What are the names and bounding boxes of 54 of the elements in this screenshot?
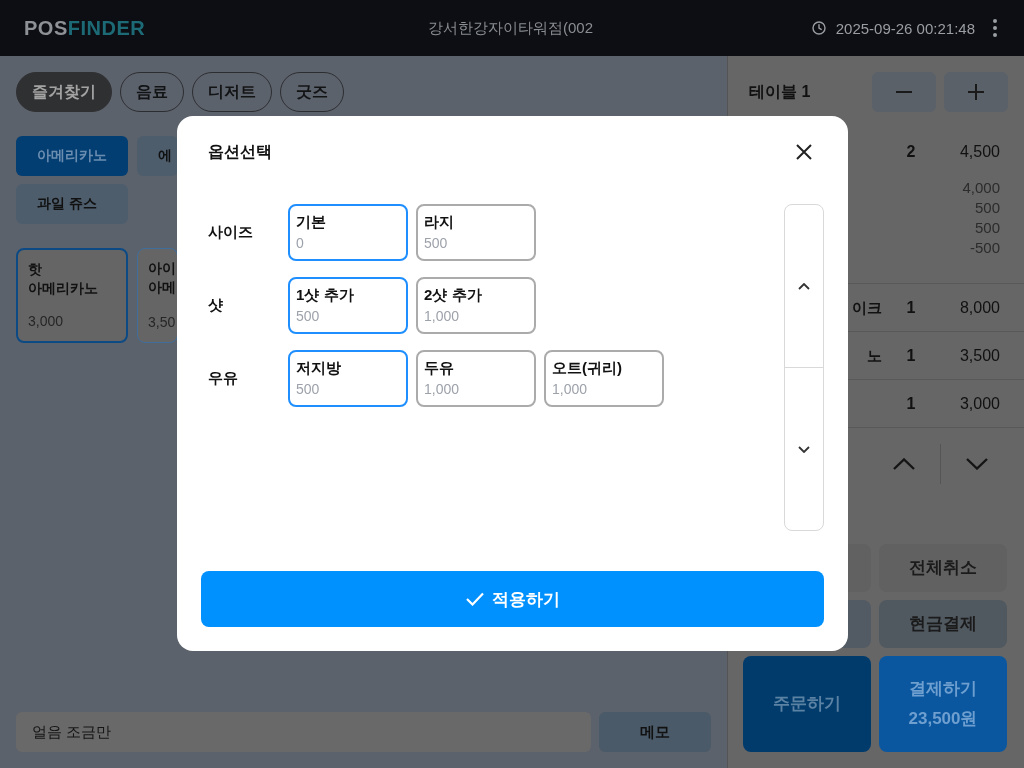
menu-item[interactable]: 핫 아메리카노 3,000: [16, 248, 128, 343]
order-quantity: 1: [905, 395, 917, 413]
option-group-label: 우유: [208, 369, 239, 388]
option-price: 500: [974, 198, 1000, 218]
close-icon: [796, 144, 812, 160]
plus-icon: [968, 84, 984, 100]
category-tab[interactable]: 즐겨찾기: [16, 72, 112, 112]
order-quantity: 1: [905, 299, 917, 317]
memo-button[interactable]: 메모: [599, 712, 711, 752]
option-button[interactable]: 기본 0: [288, 204, 408, 261]
option-button[interactable]: 오트(귀리) 1,000: [544, 350, 664, 407]
datetime: 2025-09-26 00:21:48: [835, 19, 975, 37]
chevron-down-icon: [965, 458, 988, 470]
option-price: 4,000: [962, 178, 1000, 198]
option-button[interactable]: 1샷 추가 500: [288, 277, 408, 334]
menu-group-button[interactable]: 에: [137, 136, 178, 176]
menu-group-button[interactable]: 아메리카노: [16, 136, 128, 176]
close-button[interactable]: [796, 144, 812, 160]
order-price: 4,500: [958, 143, 1000, 161]
order-price: 3,500: [958, 347, 1000, 365]
table-name: 테이블 1: [749, 81, 812, 102]
order-item-name: 이크: [852, 298, 882, 316]
option-button[interactable]: 두유 1,000: [416, 350, 536, 407]
check-icon: [465, 592, 484, 606]
chevron-up-icon: [798, 282, 810, 290]
option-group-label: 샷: [208, 296, 224, 315]
kebab-menu-icon[interactable]: [993, 19, 997, 37]
chevron-up-icon: [893, 458, 915, 470]
option-group-label: 사이즈: [208, 223, 254, 242]
order-quantity: 2: [905, 143, 917, 161]
memo-field[interactable]: 얼음 조금만: [16, 712, 591, 752]
minus-icon: [896, 91, 912, 93]
store-name: 강서한강자이타워점(002: [428, 18, 593, 38]
order-quantity: 1: [905, 347, 917, 365]
action-button[interactable]: 전체취소: [879, 544, 1007, 592]
menu-group-button[interactable]: 과일 쥬스: [16, 184, 128, 224]
option-button[interactable]: 2샷 추가 1,000: [416, 277, 536, 334]
option-price: 500: [974, 218, 1000, 238]
clock-icon: [811, 21, 826, 35]
chevron-down-icon: [798, 445, 810, 453]
order-price: 3,000: [958, 395, 1000, 413]
option-button[interactable]: 저지방 500: [288, 350, 408, 407]
action-button[interactable]: 현금결제: [879, 600, 1007, 648]
order-button[interactable]: 주문하기: [743, 656, 871, 752]
dialog-title: 옵션선택: [208, 141, 273, 162]
option-price: -500: [969, 238, 1000, 258]
order-item-name: 노: [867, 346, 882, 364]
menu-item[interactable]: 아이 아메 3,50: [137, 248, 178, 343]
logo: POSFINDER: [24, 16, 146, 40]
order-price: 8,000: [958, 299, 1000, 317]
apply-button[interactable]: 적용하기: [201, 571, 824, 627]
pay-button[interactable]: 결제하기 23,500원: [879, 656, 1007, 752]
option-button[interactable]: 라지 500: [416, 204, 536, 261]
plus-button[interactable]: [944, 72, 1008, 112]
